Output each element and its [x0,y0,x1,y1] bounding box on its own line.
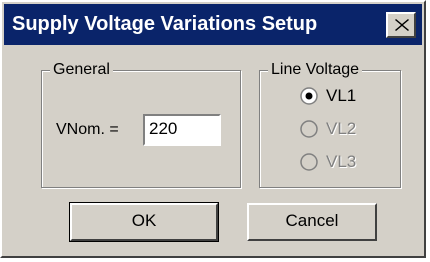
ok-button[interactable]: OK [69,202,219,242]
radio-vl1[interactable] [300,87,318,105]
radio-vl2-label: VL2 [326,119,357,138]
radio-disabled-icon [300,120,318,138]
cancel-button[interactable]: Cancel [247,203,377,241]
radio-vl3-label: VL3 [326,152,357,171]
radio-disabled-icon [300,153,318,171]
title-bar[interactable]: Supply Voltage Variations Setup [4,4,422,45]
vnom-input[interactable]: 220 [143,114,221,146]
radio-vl2[interactable] [300,120,318,138]
cancel-button-label: Cancel [285,211,339,230]
ok-button-label: OK [131,211,157,230]
line-voltage-groupbox: Line Voltage VL1 VL2 VL3 [259,60,401,188]
close-button[interactable] [386,12,416,38]
radio-vl1-label: VL1 [326,86,357,105]
dialog-window: Supply Voltage Variations Setup General … [0,0,426,258]
vnom-label: VNom. = [56,121,119,138]
close-icon [395,19,409,31]
general-group-label: General [50,60,113,80]
general-groupbox: General VNom. = 220 [41,60,241,188]
window-title: Supply Voltage Variations Setup [12,13,318,35]
radio-selected-icon [300,87,318,105]
radio-vl3[interactable] [300,153,318,171]
line-voltage-group-label: Line Voltage [268,60,363,80]
